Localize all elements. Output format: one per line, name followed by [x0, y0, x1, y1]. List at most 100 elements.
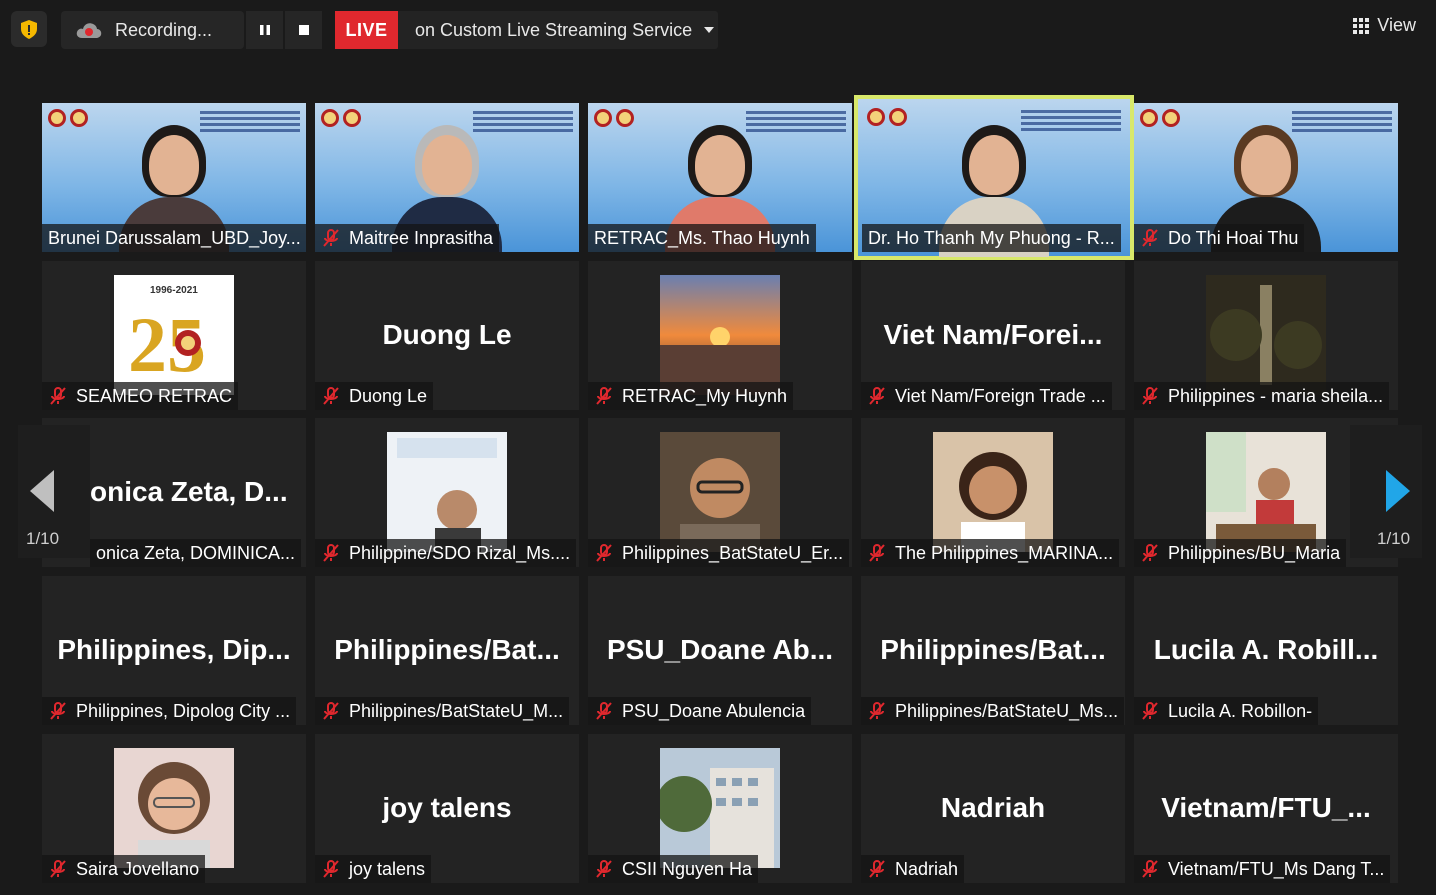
participant-name-label: CSII Nguyen Ha — [588, 855, 759, 883]
participant-name-label: onica Zeta, DOMINICA... — [90, 539, 302, 567]
muted-mic-icon — [50, 387, 66, 405]
participant-tile[interactable]: Philippines - maria sheila... — [1134, 261, 1398, 410]
participant-tile[interactable]: PSU_Doane Ab... PSU_Doane Abulencia — [588, 576, 852, 725]
participant-name-label: Brunei Darussalam_UBD_Joy... — [42, 224, 306, 252]
participant-name-label: Saira Jovellano — [42, 855, 206, 883]
participant-display-name: Viet Nam/Forei... — [883, 319, 1103, 350]
participant-name-label: Philippines, Dipolog City ... — [42, 697, 297, 725]
muted-mic-icon — [1142, 702, 1158, 720]
document-profile-photo — [387, 432, 507, 552]
participant-display-name: Philippines/Bat... — [880, 634, 1106, 665]
participant-tile[interactable]: Viet Nam/Forei... Viet Nam/Foreign Trade… — [861, 261, 1125, 410]
participant-name-label: RETRAC_Ms. Thao Huynh — [588, 224, 816, 252]
participant-name-label: joy talens — [315, 855, 432, 883]
participant-name-label: Philippine/SDO Rizal_Ms.... — [315, 539, 577, 567]
muted-mic-icon — [323, 702, 339, 720]
live-streaming-dropdown[interactable]: LIVE on Custom Live Streaming Service — [335, 11, 718, 49]
muted-mic-icon — [323, 387, 339, 405]
participant-tile[interactable]: The Philippines_MARINA... — [861, 418, 1125, 567]
participant-name-label: SEAMEO RETRAC — [42, 382, 239, 410]
grid-icon — [1353, 17, 1370, 34]
page-indicator: 1/10 — [26, 529, 60, 548]
recording-label: Recording... — [115, 19, 213, 40]
next-page-button[interactable]: 1/10 — [1350, 425, 1422, 558]
seminar-logos — [594, 109, 634, 127]
active-speaker-tile[interactable]: Dr. Ho Thanh My Phuong - R... — [854, 95, 1134, 260]
participant-video-tile[interactable]: Maitree Inprasitha — [315, 103, 579, 252]
muted-mic-icon — [596, 544, 612, 562]
participant-name-label: The Philippines_MARINA... — [861, 539, 1120, 567]
participant-name-label: Duong Le — [315, 382, 434, 410]
participant-name-label: Philippines/BU_Maria — [1134, 539, 1347, 567]
participant-display-name: Duong Le — [382, 319, 512, 350]
meeting-toolbar: Recording... LIVE on Custom Live Streami… — [0, 0, 1436, 62]
arrow-right-icon — [1386, 470, 1410, 512]
participant-video-tile[interactable]: Do Thi Hoai Thu — [1134, 103, 1398, 252]
muted-mic-icon — [869, 860, 885, 878]
participant-name-label: Philippines/BatStateU_Ms... — [861, 697, 1125, 725]
tower-profile-photo — [1206, 275, 1326, 395]
participant-display-name: Philippines/Bat... — [334, 634, 560, 665]
live-badge: LIVE — [335, 11, 398, 49]
participant-tile[interactable]: Philippines_BatStateU_Er... — [588, 418, 852, 567]
participant-tile[interactable]: joy talens joy talens — [315, 734, 579, 883]
muted-mic-icon — [869, 387, 885, 405]
muted-mic-icon — [1142, 387, 1158, 405]
participant-tile[interactable]: Vietnam/FTU_... Vietnam/FTU_Ms Dang T... — [1134, 734, 1398, 883]
participant-name-label: Viet Nam/Foreign Trade ... — [861, 382, 1112, 410]
live-streaming-label: on Custom Live Streaming Service — [415, 19, 693, 40]
participant-tile[interactable]: CSII Nguyen Ha — [588, 734, 852, 883]
participant-tile[interactable]: 1996-2021 25 SEAMEO RETRAC — [42, 261, 306, 410]
participant-tile[interactable]: Philippines/Bat... Philippines/BatStateU… — [861, 576, 1125, 725]
office-profile-photo — [1206, 432, 1326, 552]
muted-mic-icon — [1142, 860, 1158, 878]
cloud-record-icon — [76, 23, 102, 38]
svg-text:1996-2021: 1996-2021 — [150, 285, 198, 296]
participant-video-tile[interactable]: RETRAC_Ms. Thao Huynh — [588, 103, 852, 252]
pause-icon — [259, 25, 270, 35]
previous-page-button[interactable]: 1/10 — [18, 425, 90, 558]
participant-video-tile[interactable]: Brunei Darussalam_UBD_Joy... — [42, 103, 306, 252]
muted-mic-icon — [323, 860, 339, 878]
seminar-logos — [48, 109, 88, 127]
security-shield-icon[interactable] — [11, 11, 47, 47]
participant-name-label: RETRAC_My Huynh — [588, 382, 794, 410]
participant-tile[interactable]: Philippines, Dip... Philippines, Dipolog… — [42, 576, 306, 725]
participant-name-label: Philippines/BatStateU_M... — [315, 697, 570, 725]
muted-mic-icon — [323, 544, 339, 562]
muted-mic-icon — [596, 860, 612, 878]
participant-name-label: Maitree Inprasitha — [315, 224, 500, 252]
muted-mic-icon — [596, 387, 612, 405]
participant-name-label: Vietnam/FTU_Ms Dang T... — [1134, 855, 1391, 883]
woman-profile-photo — [933, 432, 1053, 552]
participant-name-label: Dr. Ho Thanh My Phuong - R... — [862, 224, 1121, 252]
muted-mic-icon — [323, 229, 339, 247]
muted-mic-icon — [1142, 229, 1158, 247]
participant-tile[interactable]: Lucila A. Robill... Lucila A. Robillon- — [1134, 576, 1398, 725]
muted-mic-icon — [50, 860, 66, 878]
arrow-left-icon — [30, 470, 54, 512]
pause-recording-button[interactable] — [246, 11, 283, 49]
participant-display-name: Nadriah — [940, 792, 1046, 823]
view-button[interactable]: View — [1353, 15, 1416, 36]
muted-mic-icon — [50, 702, 66, 720]
page-indicator: 1/10 — [1377, 529, 1411, 548]
participant-tile[interactable]: RETRAC_My Huynh — [588, 261, 852, 410]
muted-mic-icon — [869, 702, 885, 720]
participant-tile[interactable]: Nadriah Nadriah — [861, 734, 1125, 883]
participant-tile[interactable]: Duong Le Duong Le — [315, 261, 579, 410]
participant-tile[interactable]: Philippine/SDO Rizal_Ms.... — [315, 418, 579, 567]
stop-recording-button[interactable] — [285, 11, 322, 49]
participant-display-name: onica Zeta, D... — [90, 476, 288, 507]
participant-display-name: Lucila A. Robill... — [1153, 634, 1379, 665]
anniversary-logo: 1996-2021 25 — [114, 275, 234, 395]
building-profile-photo — [660, 748, 780, 868]
participant-tile[interactable]: Saira Jovellano — [42, 734, 306, 883]
view-label: View — [1377, 15, 1416, 35]
participant-tile[interactable]: Philippines/Bat... Philippines/BatStateU… — [315, 576, 579, 725]
muted-mic-icon — [869, 544, 885, 562]
muted-mic-icon — [1142, 544, 1158, 562]
sunset-profile-photo — [660, 275, 780, 395]
recording-indicator: Recording... — [61, 11, 244, 49]
muted-mic-icon — [596, 702, 612, 720]
